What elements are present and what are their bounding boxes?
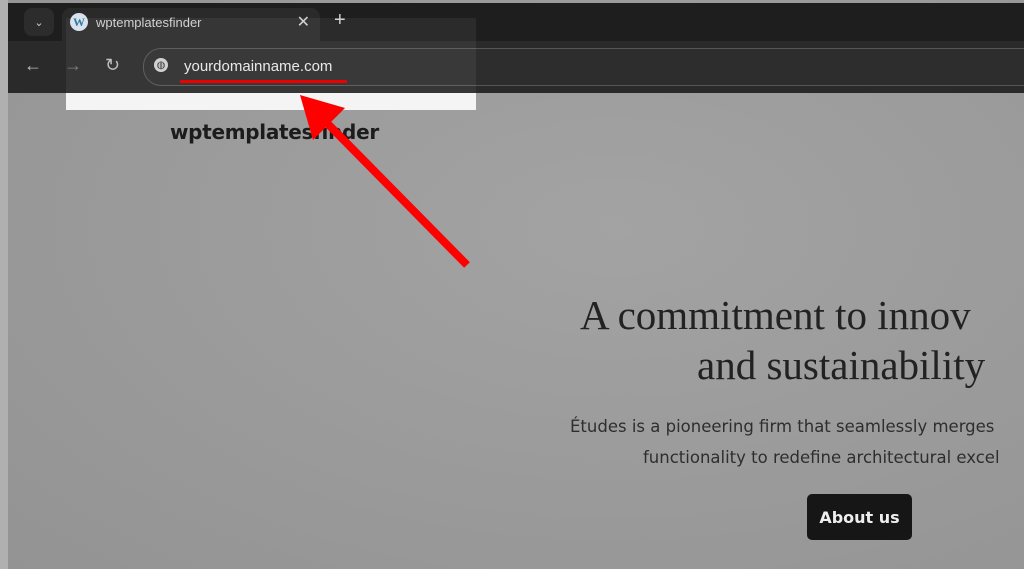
red-arrow-annotation xyxy=(300,95,470,268)
arrow-shaft xyxy=(319,115,470,268)
